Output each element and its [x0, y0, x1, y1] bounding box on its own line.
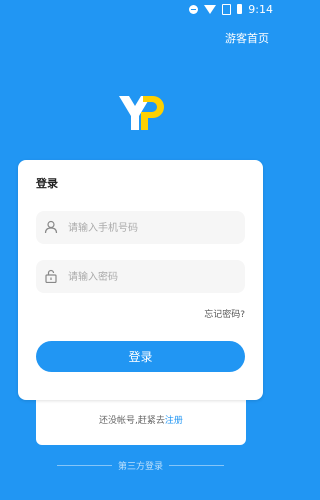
dnd-icon [189, 4, 199, 14]
divider-line-left [56, 464, 112, 466]
status-bar: 9:14 [0, 0, 281, 18]
register-link[interactable]: 注册 [165, 416, 183, 426]
no-sim-icon [222, 3, 232, 15]
login-button[interactable]: 登录 [36, 341, 245, 372]
battery-icon [237, 4, 243, 14]
login-card: 登录 忘记密码? 登录 [18, 160, 263, 400]
login-title: 登录 [36, 177, 58, 190]
phone-field[interactable] [36, 211, 245, 246]
password-input[interactable] [66, 260, 240, 295]
user-icon [44, 220, 58, 234]
third-party-label: 第三方登录 [117, 461, 163, 472]
register-prompt: 还没帐号,赶紧去注册 [36, 413, 246, 426]
divider-line-right [169, 464, 224, 466]
guest-home-link[interactable]: 游客首页 [225, 30, 269, 46]
register-prompt-text: 还没帐号,赶紧去 [99, 416, 165, 426]
forgot-password-link[interactable]: 忘记密码? [204, 307, 245, 320]
app-logo [119, 96, 164, 130]
wifi-icon [204, 4, 217, 14]
phone-input[interactable] [66, 211, 240, 246]
third-party-login: 第三方登录 [0, 458, 281, 472]
password-field[interactable] [36, 260, 245, 295]
status-time: 9:14 [248, 2, 273, 16]
lock-icon [45, 269, 57, 283]
